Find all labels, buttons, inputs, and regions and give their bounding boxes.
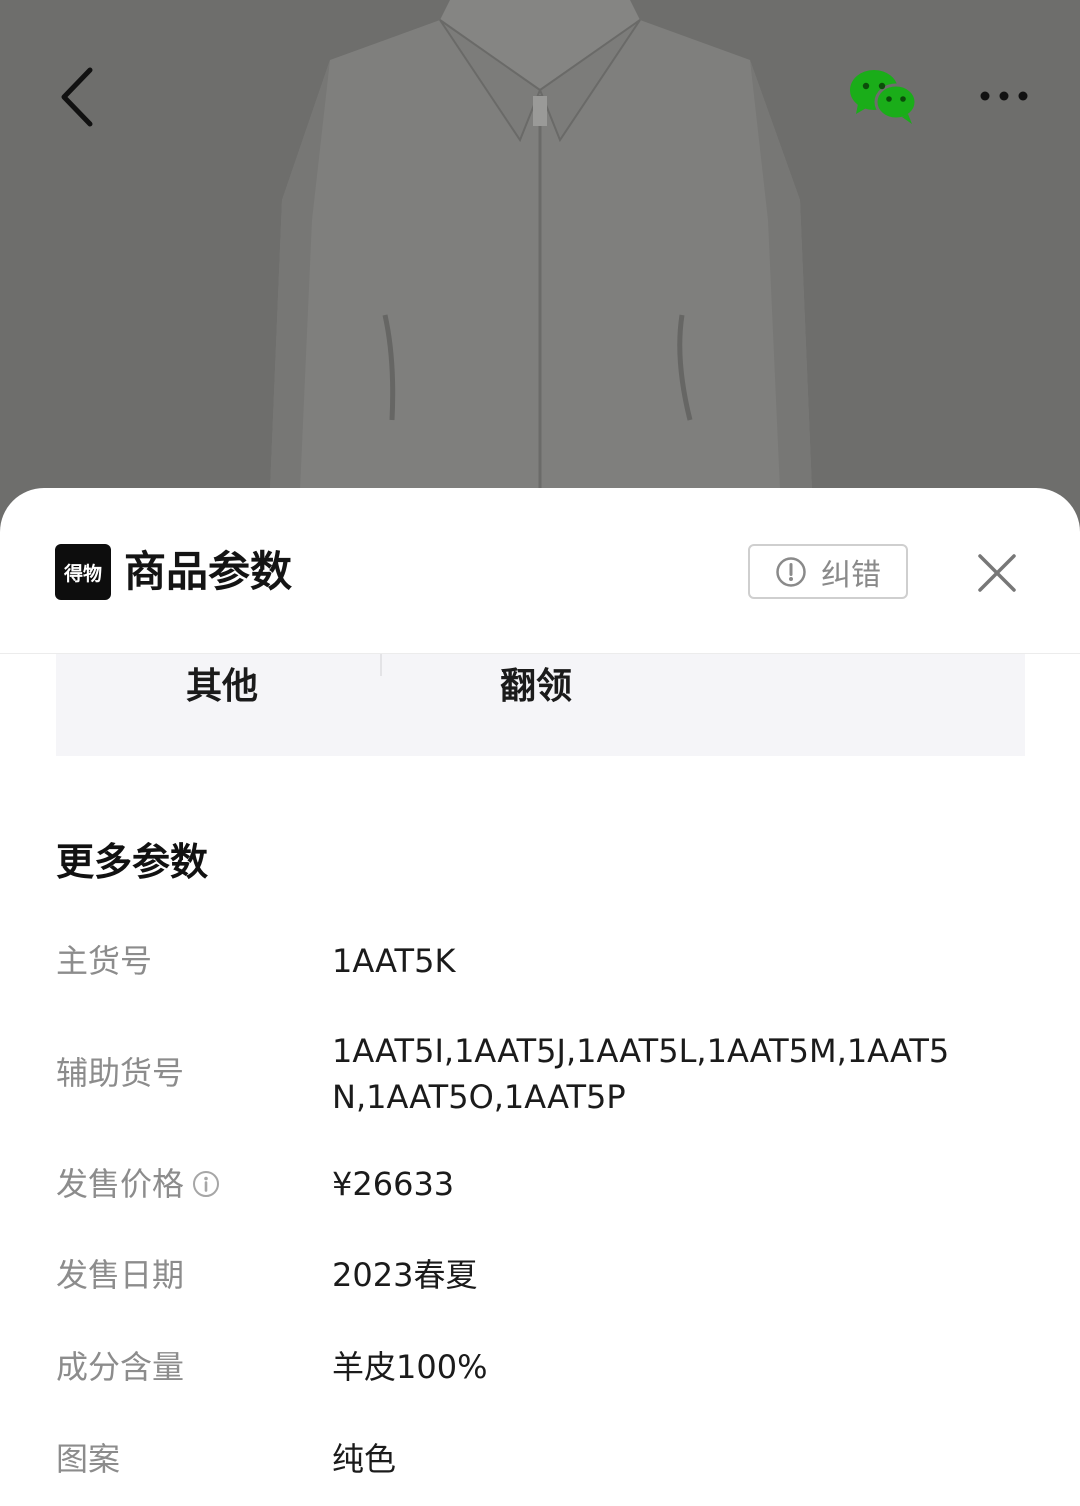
row-label-release-date: 发售日期 bbox=[56, 1256, 185, 1294]
back-button[interactable] bbox=[50, 62, 110, 132]
param-key: 其他 bbox=[186, 666, 259, 707]
more-dots-icon bbox=[980, 91, 1028, 101]
row-value-composition: 羊皮100% bbox=[332, 1348, 488, 1386]
row-label-price: 发售价格 bbox=[56, 1161, 220, 1207]
row-value-price: ¥26633 bbox=[332, 1165, 455, 1203]
close-icon bbox=[978, 554, 1016, 592]
dewu-logo: 得物 bbox=[55, 544, 111, 600]
wechat-icon bbox=[850, 70, 918, 124]
correct-button[interactable]: 纠错 bbox=[748, 544, 908, 599]
more-params-title: 更多参数 bbox=[56, 840, 209, 884]
sheet-title: 商品参数 bbox=[124, 547, 293, 596]
row-label-main-sku: 主货号 bbox=[56, 942, 153, 980]
column-divider bbox=[380, 654, 382, 676]
row-label-composition: 成分含量 bbox=[56, 1348, 185, 1386]
row-value-aux-sku: 1AAT5I,1AAT5J,1AAT5L,1AAT5M,1AAT5N,1AAT5… bbox=[332, 1032, 950, 1116]
param-table-row: 其他 翻领 bbox=[56, 654, 1025, 756]
row-label-pattern: 图案 bbox=[56, 1440, 121, 1478]
params-sheet: 得物 商品参数 纠错 其他 翻领 更多参数 主货号 1AAT5K 辅助货号 1A… bbox=[0, 488, 1080, 1506]
param-value: 翻领 bbox=[500, 666, 573, 707]
correct-button-label: 纠错 bbox=[821, 557, 881, 593]
row-value-release-date: 2023春夏 bbox=[332, 1256, 478, 1294]
sheet-header: 得物 商品参数 纠错 bbox=[0, 488, 1080, 654]
close-button[interactable] bbox=[972, 548, 1022, 598]
row-label-aux-sku: 辅助货号 bbox=[56, 1054, 185, 1092]
row-value-main-sku: 1AAT5K bbox=[332, 942, 456, 980]
row-label-price-text: 发售价格 bbox=[56, 1165, 185, 1203]
row-value-pattern: 纯色 bbox=[332, 1440, 397, 1478]
more-button[interactable] bbox=[972, 74, 1036, 118]
wechat-share-button[interactable] bbox=[848, 66, 920, 126]
exclamation-circle-icon bbox=[776, 556, 806, 587]
info-icon[interactable] bbox=[192, 1170, 220, 1198]
